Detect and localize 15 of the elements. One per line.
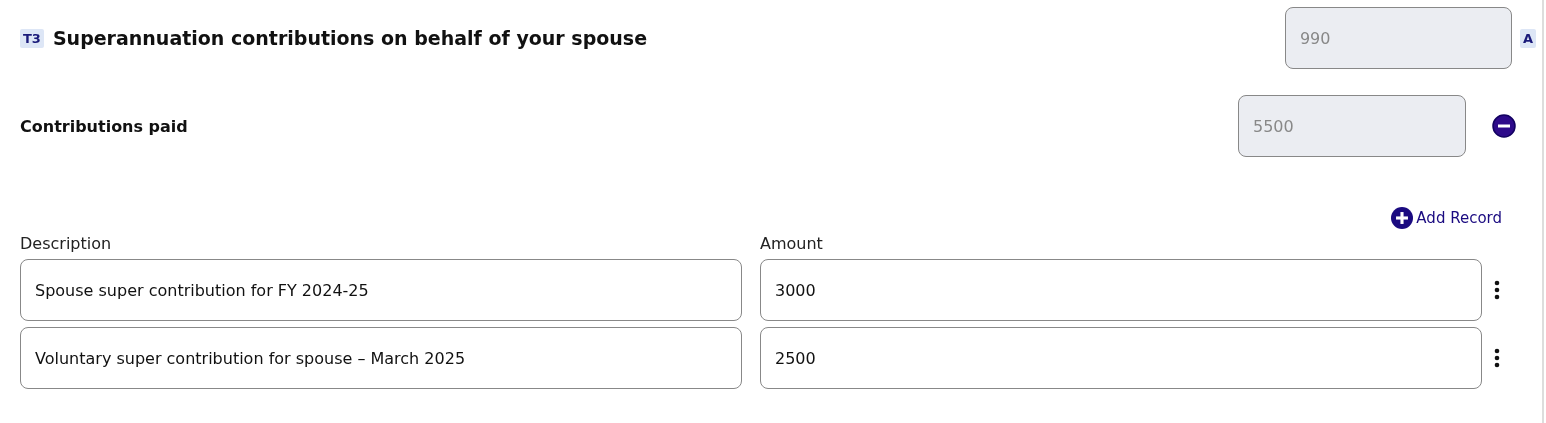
section-code-badge: T3 [20,28,44,48]
description-field[interactable]: Spouse super contribution for FY 2024-25 [20,259,742,321]
field-label: Contributions paid [20,116,189,136]
more-options-icon[interactable] [1494,280,1500,300]
description-field[interactable]: Voluntary super contribution for spouse – March 2025 [20,327,742,389]
add-record-button[interactable]: Add Record [1391,207,1502,229]
amount-field[interactable]: 3000 [760,259,1482,321]
amount-field[interactable]: 2500 [760,327,1482,389]
column-header: Amount [760,233,823,253]
plus-icon [1391,207,1414,229]
column-header: Description [20,233,112,253]
label-badge: A [1519,28,1536,48]
collapse-button[interactable] [1492,114,1516,138]
more-options-icon[interactable] [1494,348,1500,368]
section-title: Superannuation contributions on behalf of your spouse [52,27,649,49]
